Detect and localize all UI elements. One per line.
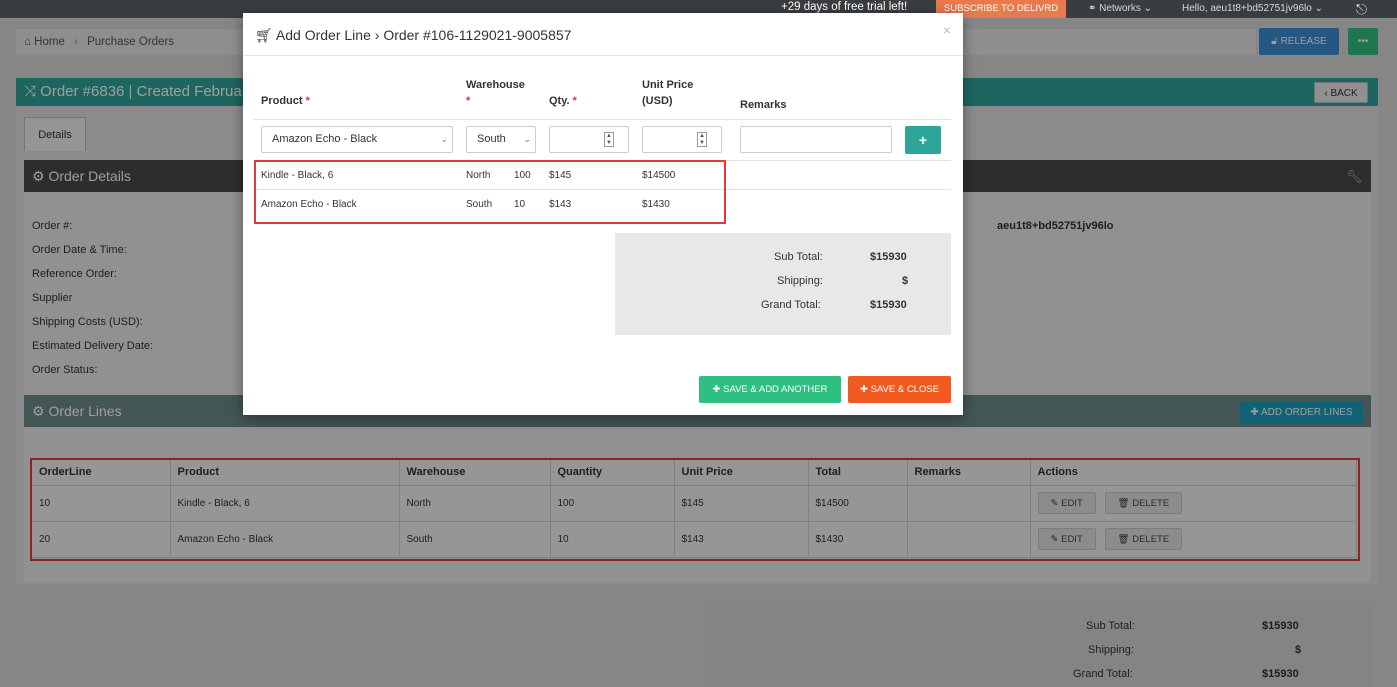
header-qty: Qty. * (549, 95, 577, 107)
modal-subtotal-label: Sub Total: (774, 251, 823, 263)
spinner-icon[interactable]: ▲ ▼ (697, 132, 707, 147)
save-and-close-button[interactable]: ✚ SAVE & CLOSE (848, 376, 951, 403)
trial-text: +29 days of free trial left! (781, 1, 908, 13)
plus-icon: ✚ (712, 384, 724, 395)
plus-icon: ✚ (859, 384, 871, 395)
modal-shipping-value: $ (902, 275, 909, 287)
divider (253, 119, 951, 120)
modal-subtotal-value: $15930 (870, 251, 907, 263)
modal-title: 🛒︎ Add Order Line › Order #106-1129021-9… (255, 27, 572, 43)
chevron-down-icon: ⌄ (440, 134, 448, 144)
divider (243, 55, 963, 56)
header-unit-price: Unit Price (USD) (642, 79, 694, 107)
networks-menu[interactable]: ⚭ Networks ⌄ (1088, 3, 1152, 14)
modal-shipping-label: Shipping: (777, 275, 823, 287)
add-line-button[interactable]: + (905, 126, 941, 154)
network-icon: ⚭ (1088, 3, 1100, 14)
modal-grandtotal-value: $15930 (870, 299, 907, 311)
product-select[interactable]: Amazon Echo - Black ⌄ (261, 126, 453, 153)
chevron-down-icon: ⌄ (523, 134, 531, 144)
user-menu[interactable]: Hello, aeu1t8+bd52751jv96lo ⌄ (1182, 3, 1323, 14)
unit-price-input[interactable]: ▲ ▼ (642, 126, 722, 153)
close-icon[interactable]: × (943, 22, 951, 38)
save-and-add-another-button[interactable]: ✚ SAVE & ADD ANOTHER (699, 376, 841, 403)
warehouse-select[interactable]: South ⌄ (466, 126, 536, 153)
modal-grandtotal-label: Grand Total: (761, 299, 821, 311)
highlight-box (254, 160, 726, 224)
spinner-icon[interactable]: ▲ ▼ (604, 132, 614, 147)
chevron-down-icon: ⌄ (1314, 3, 1324, 14)
qty-input[interactable]: ▲ ▼ (549, 126, 629, 153)
header-warehouse: Warehouse * (466, 79, 525, 107)
chevron-down-icon: ⌄ (1143, 3, 1153, 14)
add-order-line-modal: 🛒︎ Add Order Line › Order #106-1129021-9… (243, 13, 963, 415)
remarks-input[interactable] (740, 126, 892, 153)
logout-icon[interactable]: ⎋ (1356, 1, 1367, 18)
header-product: Product * (261, 95, 310, 107)
header-remarks: Remarks (740, 99, 787, 111)
cart-icon: 🛒︎ (255, 27, 273, 43)
